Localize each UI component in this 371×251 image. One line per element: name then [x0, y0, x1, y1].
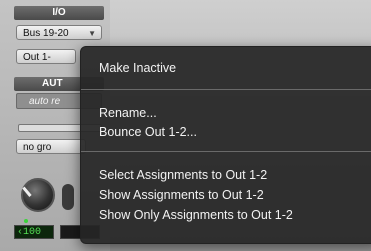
io-section-header: I/O	[14, 6, 104, 20]
group-selector[interactable]: no gro	[16, 139, 86, 154]
menu-item-show-only-assignments[interactable]: Show Only Assignments to Out 1-2	[99, 206, 369, 224]
context-menu: Make Inactive Rename... Bounce Out 1-2..…	[80, 46, 371, 244]
input-selector-label: Bus 19-20	[23, 28, 69, 39]
menu-item-bounce[interactable]: Bounce Out 1-2...	[99, 123, 369, 141]
input-selector[interactable]: Bus 19-20 ▼	[16, 25, 102, 40]
pan-value-readout: ‹100	[14, 225, 54, 239]
dropdown-arrow-icon: ▼	[88, 29, 96, 38]
menu-item-select-assignments[interactable]: Select Assignments to Out 1-2	[99, 166, 369, 184]
menu-item-make-inactive[interactable]: Make Inactive	[99, 59, 369, 77]
pan-knob[interactable]	[21, 178, 55, 212]
menu-separator	[81, 151, 371, 152]
menu-item-show-assignments[interactable]: Show Assignments to Out 1-2	[99, 186, 369, 204]
pan-indicator-dot	[24, 219, 28, 223]
pan-knob-right[interactable]	[62, 184, 74, 210]
menu-separator	[81, 89, 371, 90]
group-selector-label: no gro	[23, 142, 52, 153]
menu-item-rename[interactable]: Rename...	[99, 104, 369, 122]
output-selector[interactable]: Out 1-	[16, 49, 76, 64]
output-selector-label: Out 1-	[23, 52, 51, 63]
